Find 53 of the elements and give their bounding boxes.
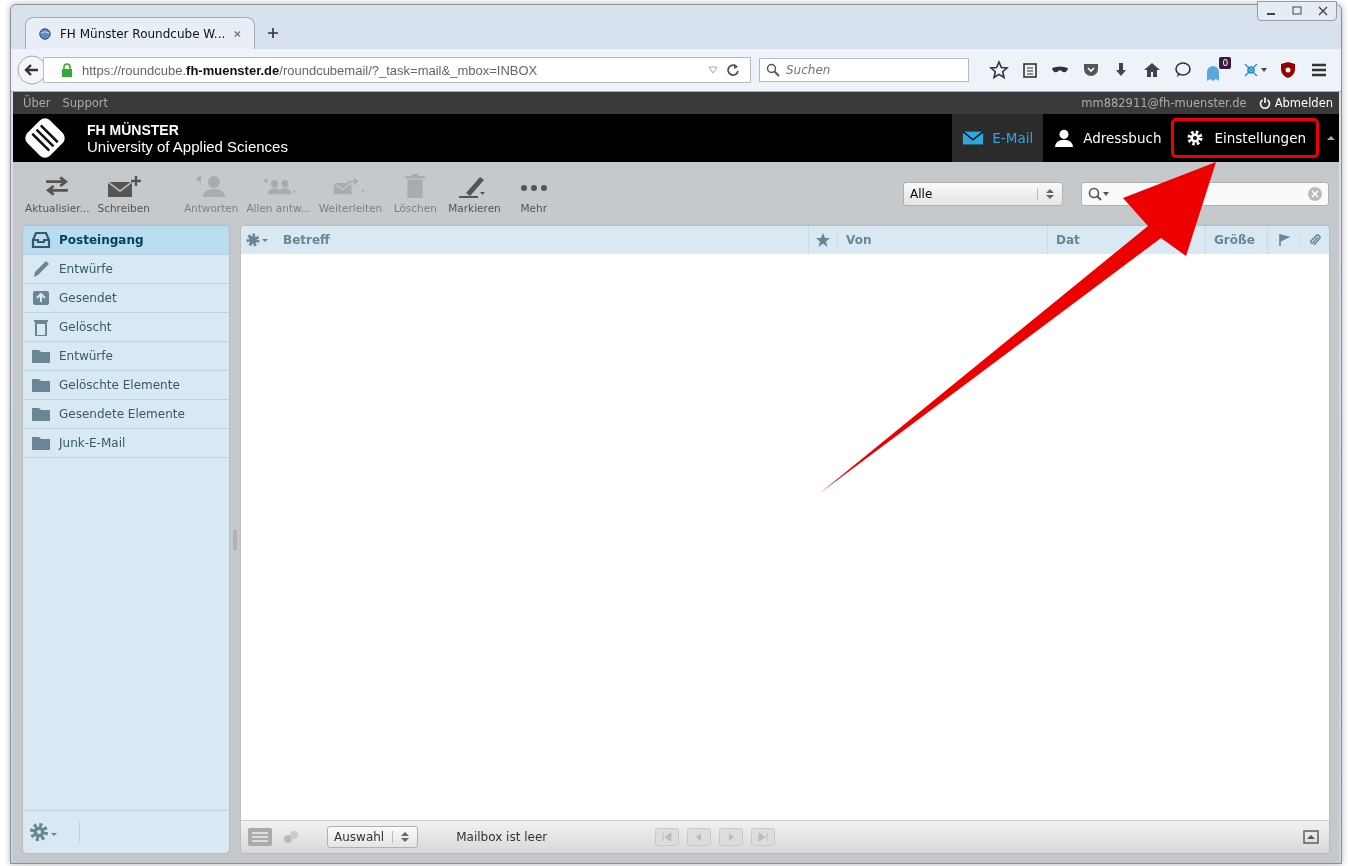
toolbar-button[interactable]: Schreiben — [95, 174, 152, 214]
gear-icon[interactable] — [29, 822, 80, 842]
address-bar[interactable]: https://roundcube.fh-muenster.de/roundcubemail/?_task=mail&_mbox=INBOX — [43, 57, 751, 83]
folder-item[interactable]: Gelöschte Elemente — [23, 371, 229, 400]
top-link[interactable]: Support — [62, 96, 108, 110]
nav-tab[interactable]: Adressbuch — [1043, 114, 1172, 162]
pencil-icon — [31, 260, 51, 278]
toolbar-button[interactable]: Aktualisier... — [23, 174, 92, 214]
caret-icon[interactable] — [1327, 135, 1335, 141]
browser-tab[interactable]: FH Münster Roundcube W... — [25, 17, 255, 49]
logo-subtitle: University of Applied Sciences — [87, 137, 288, 155]
folder-icon — [31, 434, 51, 452]
envelope-plus-icon — [106, 174, 141, 198]
search-field[interactable]: Suchen — [759, 58, 969, 82]
folder-item[interactable]: Entwürfe — [23, 342, 229, 371]
nav-tab[interactable]: E-Mail — [952, 114, 1044, 162]
search-icon — [766, 63, 780, 77]
speech-bubble-icon[interactable] — [1172, 60, 1193, 80]
folder-item[interactable]: Gesendete Elemente — [23, 400, 229, 429]
folder-icon — [31, 405, 51, 423]
logo-title: FH MÜNSTER — [87, 121, 180, 138]
power-icon[interactable] — [1258, 97, 1271, 109]
status-text: Mailbox ist leer — [456, 830, 548, 844]
folder-item[interactable]: Gelöscht — [23, 313, 229, 342]
search-icon — [1088, 187, 1110, 201]
tab-title: FH Münster Roundcube W... — [59, 26, 226, 41]
selection-dropdown[interactable]: Auswahl — [327, 826, 419, 848]
inbox-icon — [31, 231, 51, 249]
url-text: https://roundcube.fh-muenster.de/roundcubemail/?_task=mail&_mbox=INBOX — [82, 62, 539, 78]
logout-link[interactable]: Abmelden — [1274, 96, 1333, 110]
toolbar-button[interactable]: Mehr — [506, 174, 561, 214]
new-tab-icon[interactable] — [267, 27, 279, 39]
lock-icon — [60, 63, 74, 77]
filter-dropdown[interactable]: Alle — [903, 182, 1063, 206]
dots-icon — [519, 184, 548, 192]
trash-icon — [31, 318, 51, 336]
preview-toggle-icon[interactable] — [1303, 830, 1319, 844]
top-link[interactable]: Über — [23, 96, 51, 110]
user-email: mm882911@fh-muenster.de — [1081, 96, 1247, 110]
nav-tab[interactable]: Einstellungen — [1171, 118, 1319, 158]
reload-icon[interactable] — [726, 63, 740, 77]
star-icon[interactable] — [989, 60, 1009, 80]
folder-item[interactable]: Entwürfe — [23, 255, 229, 284]
globe-icon — [38, 25, 52, 42]
person-icon — [1053, 128, 1076, 148]
close-icon[interactable] — [233, 28, 242, 39]
folder-icon — [31, 347, 51, 365]
folder-icon — [31, 376, 51, 394]
folder-item[interactable]: Gesendet — [23, 284, 229, 313]
folder-item[interactable]: Posteingang — [23, 226, 229, 255]
count-badge: 0 — [1219, 57, 1232, 69]
toolbar-button[interactable]: Markieren — [446, 174, 503, 214]
folder-item[interactable]: Junk-E-Mail — [23, 429, 229, 458]
